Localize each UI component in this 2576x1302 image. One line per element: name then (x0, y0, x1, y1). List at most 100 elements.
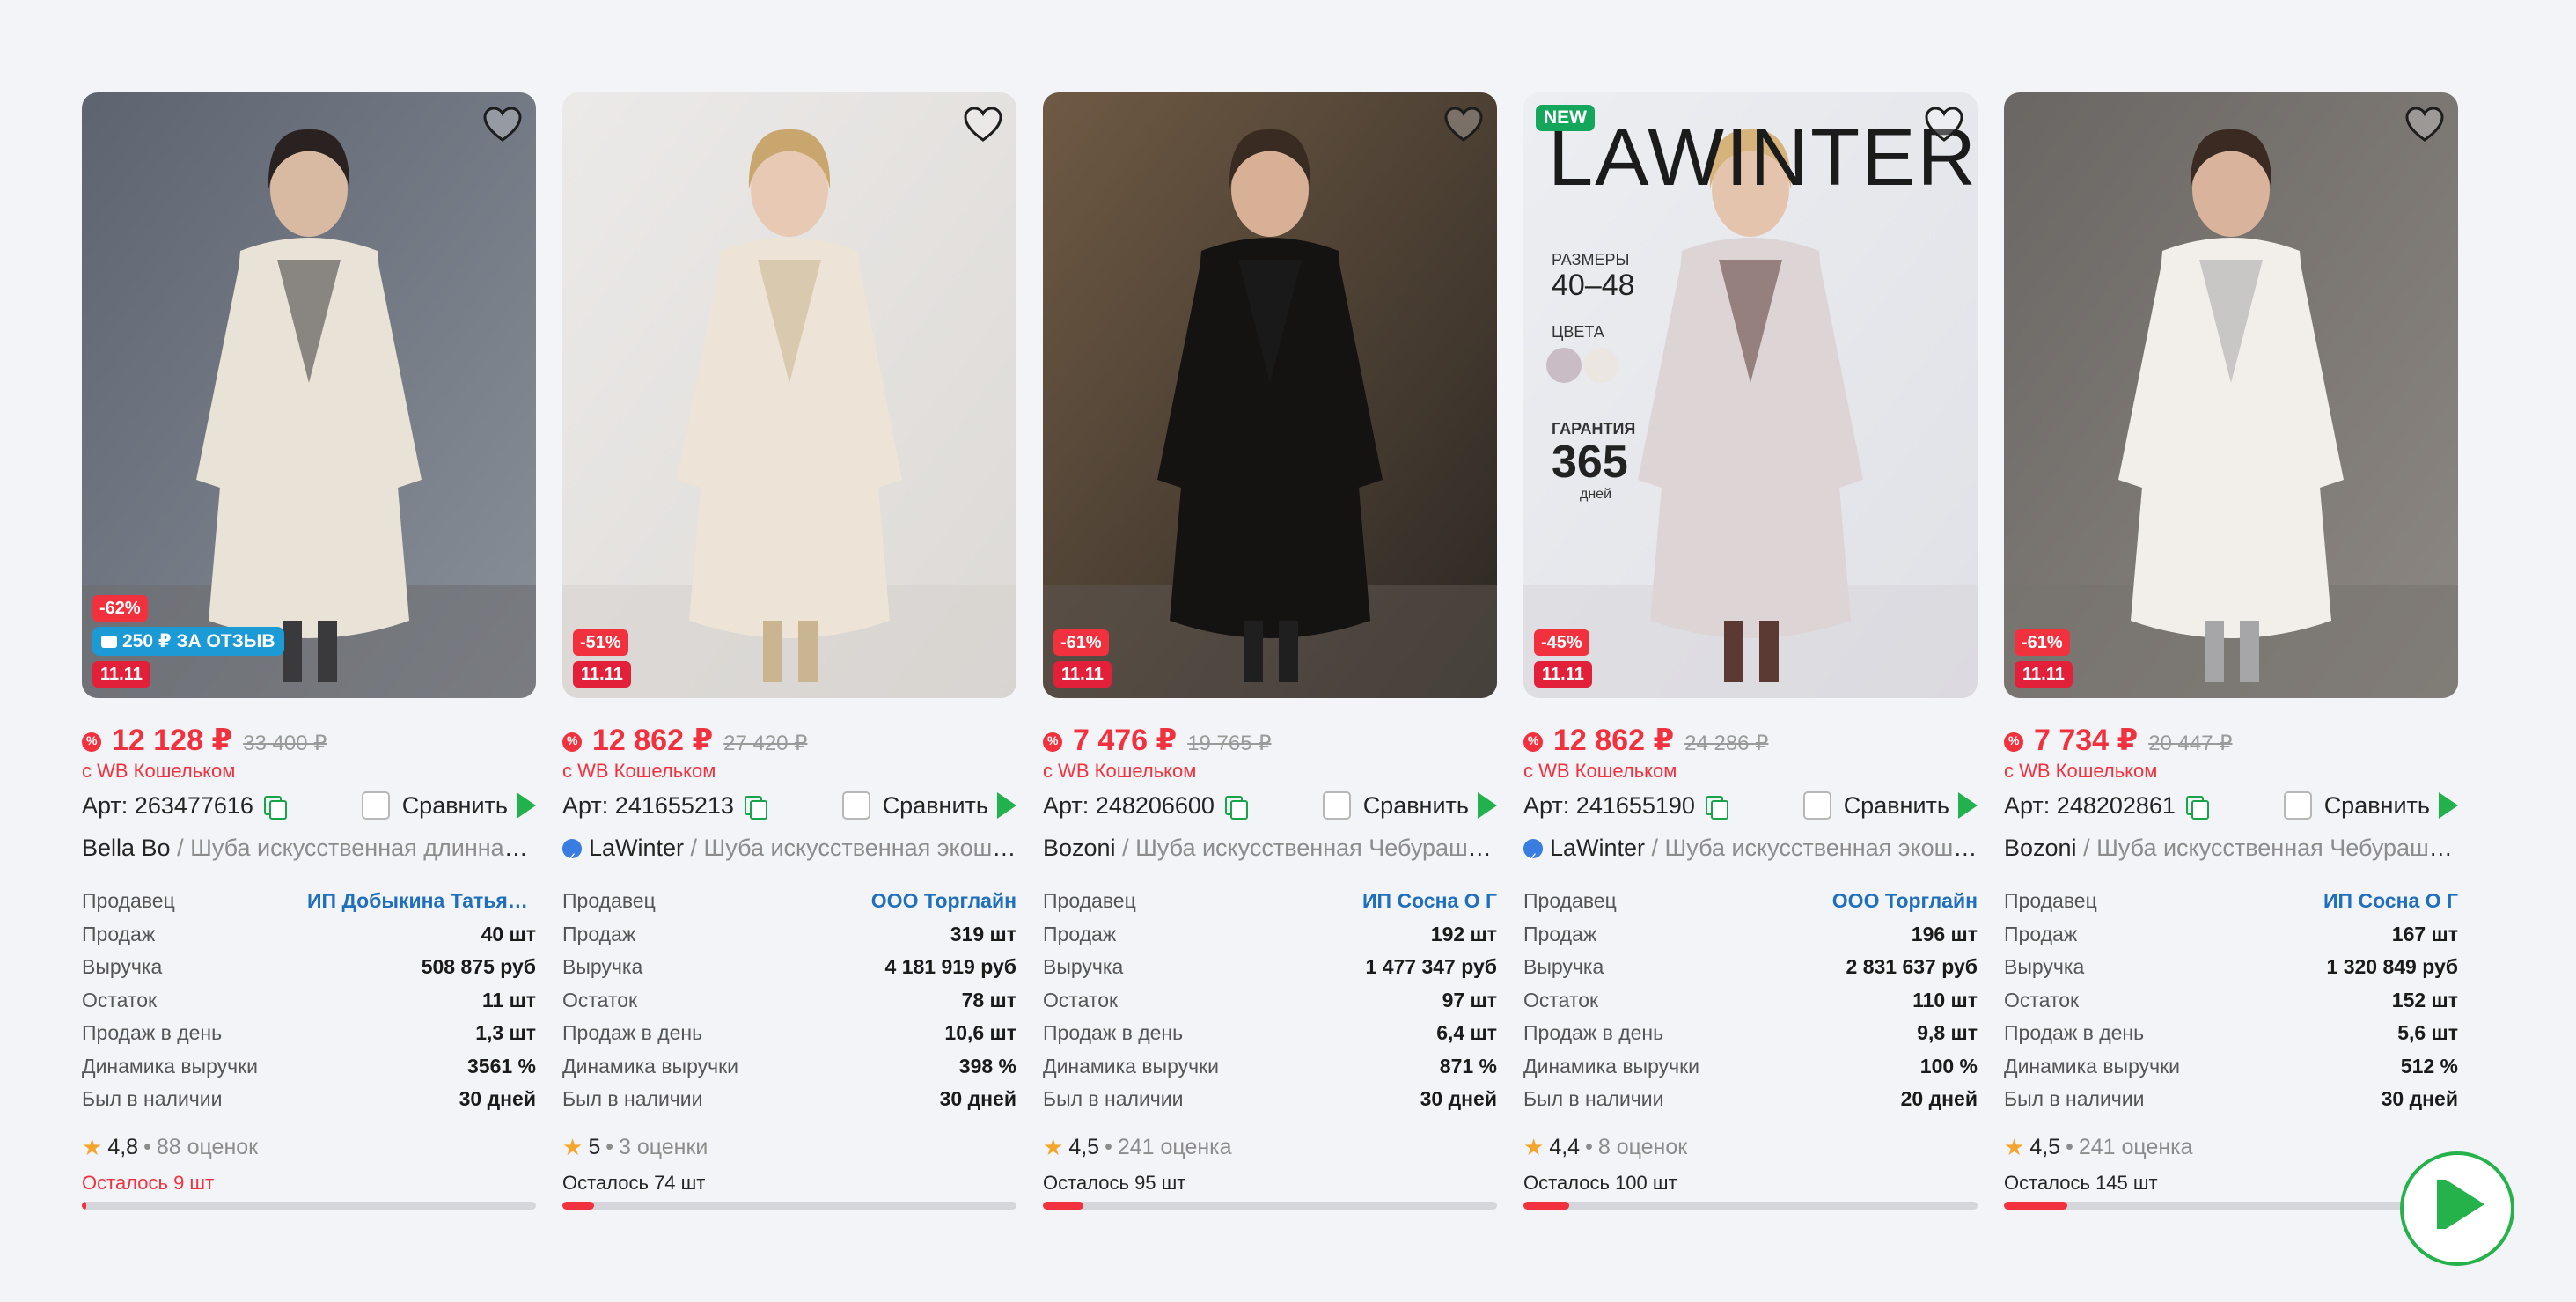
product-name: / Шуба искусственная длинная з... (170, 835, 536, 861)
seller-link[interactable]: ООО Торглайн (1832, 885, 1978, 918)
stat-value: 11 шт (481, 988, 536, 1011)
marketplace-icon (517, 792, 536, 819)
stat-label: Динамика выручки (1523, 1054, 1700, 1078)
rating-row[interactable]: ★ 4,5 • 241 оценка (2004, 1134, 2458, 1161)
product-title[interactable]: Bella Bo / Шуба искусственная длинная з.… (82, 830, 536, 865)
stock-progress-bar (1523, 1201, 1978, 1210)
product-title[interactable]: LaWinter / Шуба искусственная экошу... (1523, 830, 1978, 865)
product-card[interactable]: -62% 250 ₽ ЗА ОТЗЫВ 11.11 12 128 ₽ 33 40… (82, 92, 536, 1210)
seller-link[interactable]: ИП Сосна О Г (2323, 885, 2458, 918)
stock-left-note: Осталось 100 шт (1523, 1171, 1677, 1194)
sale-event-badge: 11.11 (1534, 661, 1592, 688)
rating-value: 4,5 (2029, 1134, 2061, 1159)
compare-checkbox[interactable] (841, 791, 870, 820)
price-row: 12 128 ₽ 33 400 ₽ (82, 723, 536, 758)
photo-badges: -61% 11.11 (1053, 629, 1112, 688)
photo-badges: -61% 11.11 (2015, 629, 2073, 688)
product-title[interactable]: LaWinter / Шуба искусственная экошу... (562, 830, 1016, 865)
price-row: 12 862 ₽ 27 420 ₽ (562, 723, 1016, 758)
compare-toggle[interactable]: Сравнить (841, 791, 1016, 820)
article-row: Арт: 248202861 Сравнить (2004, 790, 2458, 821)
stat-seller: Продавец ИП Сосна О Г (1043, 885, 1497, 918)
product-photo[interactable]: -62% 250 ₽ ЗА ОТЗЫВ 11.11 (82, 92, 536, 698)
stock-progress-fill (1043, 1201, 1084, 1210)
product-name: / Шуба искусственная Чебурашка... (1115, 835, 1497, 861)
stat-revenue-dynamics: Динамика выручки 3561 % (82, 1050, 536, 1084)
sale-event-badge: 11.11 (1053, 661, 1112, 688)
stat-value: 30 дней (1420, 1087, 1497, 1110)
compare-label: Сравнить (1362, 791, 1469, 819)
wallet-note: с WB Кошельком (82, 760, 236, 782)
compare-label: Сравнить (2323, 791, 2430, 819)
star-icon: ★ (1523, 1133, 1545, 1160)
stat-revenue-dynamics: Динамика выручки 100 % (1523, 1050, 1978, 1084)
stat-label: Продаж (2004, 922, 2078, 945)
favorite-heart-icon[interactable] (962, 105, 1004, 143)
copy-icon[interactable] (1223, 794, 1248, 820)
stat-value: 5,6 шт (2397, 1021, 2458, 1044)
compare-toggle[interactable]: Сравнить (1322, 791, 1497, 820)
rating-row[interactable]: ★ 5 • 3 оценки (562, 1134, 1016, 1161)
product-card[interactable]: -51% 11.11 12 862 ₽ 27 420 ₽ с WB Кошель… (562, 92, 1016, 1210)
stat-value: 30 дней (939, 1087, 1016, 1110)
product-photo[interactable]: LAWINTER РАЗМЕРЫ 40–48 ЦВЕТА ГАРАНТИЯ 36… (1523, 92, 1978, 698)
rating-row[interactable]: ★ 4,5 • 241 оценка (1043, 1134, 1497, 1161)
stat-label: Был в наличии (1523, 1087, 1664, 1110)
copy-icon[interactable] (2184, 794, 2209, 820)
seller-link[interactable]: ИП Добыкина Татьяна ... (307, 885, 536, 918)
stat-label: Был в наличии (1043, 1087, 1184, 1110)
brand-name: Bozoni (2004, 835, 2077, 861)
photo-badges: -45% 11.11 (1534, 629, 1592, 688)
old-price: 19 765 ₽ (1187, 732, 1272, 755)
favorite-heart-icon[interactable] (1442, 105, 1485, 143)
play-fab-button[interactable] (2400, 1151, 2514, 1266)
sale-event-badge: 11.11 (2015, 661, 2073, 688)
stat-sales: Продаж 192 шт (1043, 918, 1497, 952)
product-photo[interactable]: -61% 11.11 (2004, 92, 2458, 698)
rating-row[interactable]: ★ 4,4 • 8 оценок (1523, 1134, 1978, 1161)
copy-icon[interactable] (262, 794, 287, 820)
stats-table: Продавец ООО Торглайн Продаж 319 шт Выручк… (562, 885, 1016, 1116)
copy-icon[interactable] (1704, 794, 1728, 820)
compare-toggle[interactable]: Сравнить (2283, 791, 2458, 820)
product-photo[interactable]: -61% 11.11 (1043, 92, 1497, 698)
reviews-count: 88 оценок (156, 1134, 259, 1159)
product-card[interactable]: LAWINTER РАЗМЕРЫ 40–48 ЦВЕТА ГАРАНТИЯ 36… (1523, 92, 1978, 1210)
compare-checkbox[interactable] (361, 791, 390, 820)
stock-progress-bar (82, 1201, 536, 1210)
wallet-discount-icon (2004, 732, 2023, 752)
stat-label: Продаж в день (2004, 1021, 2145, 1044)
product-title[interactable]: Bozoni / Шуба искусственная Чебурашка... (2004, 830, 2458, 865)
seller-link[interactable]: ООО Торглайн (871, 885, 1016, 918)
wallet-discount-icon (562, 732, 582, 752)
article-number: Арт: 248206600 (1043, 792, 1248, 820)
discount-badge: -51% (573, 629, 628, 656)
discount-badge: -62% (92, 595, 148, 622)
stock-left-note: Осталось 9 шт (82, 1171, 215, 1194)
compare-toggle[interactable]: Сравнить (1802, 791, 1978, 820)
stat-revenue: Выручка 2 831 637 руб (1523, 951, 1978, 984)
favorite-heart-icon[interactable] (2404, 105, 2446, 143)
copy-icon[interactable] (743, 794, 767, 820)
favorite-heart-icon[interactable] (481, 105, 524, 143)
stat-sales-per-day: Продаж в день 9,8 шт (1523, 1017, 1978, 1050)
product-name: / Шуба искусственная Чебурашка... (2076, 835, 2458, 861)
product-card[interactable]: -61% 11.11 7 476 ₽ 19 765 ₽ с WB Кошельк… (1043, 92, 1497, 1210)
favorite-heart-icon[interactable] (1923, 105, 1965, 143)
product-photo[interactable]: -51% 11.11 (562, 92, 1016, 698)
old-price: 27 420 ₽ (723, 732, 808, 755)
product-title[interactable]: Bozoni / Шуба искусственная Чебурашка... (1043, 830, 1497, 865)
compare-checkbox[interactable] (2283, 791, 2312, 820)
compare-toggle[interactable]: Сравнить (361, 791, 536, 820)
stat-revenue: Выручка 508 875 руб (82, 951, 536, 984)
brand-name: Bella Bo (82, 835, 171, 861)
compare-checkbox[interactable] (1802, 791, 1831, 820)
seller-link[interactable]: ИП Сосна О Г (1362, 885, 1497, 918)
product-card[interactable]: -61% 11.11 7 734 ₽ 20 447 ₽ с WB Кошельк… (2004, 92, 2458, 1210)
stat-label: Выручка (1523, 955, 1604, 978)
star-icon: ★ (2004, 1133, 2025, 1160)
stat-value: 871 % (1439, 1054, 1497, 1078)
compare-checkbox[interactable] (1322, 791, 1351, 820)
article-number: Арт: 241655213 (562, 792, 767, 820)
rating-row[interactable]: ★ 4,8 • 88 оценок (82, 1134, 536, 1161)
